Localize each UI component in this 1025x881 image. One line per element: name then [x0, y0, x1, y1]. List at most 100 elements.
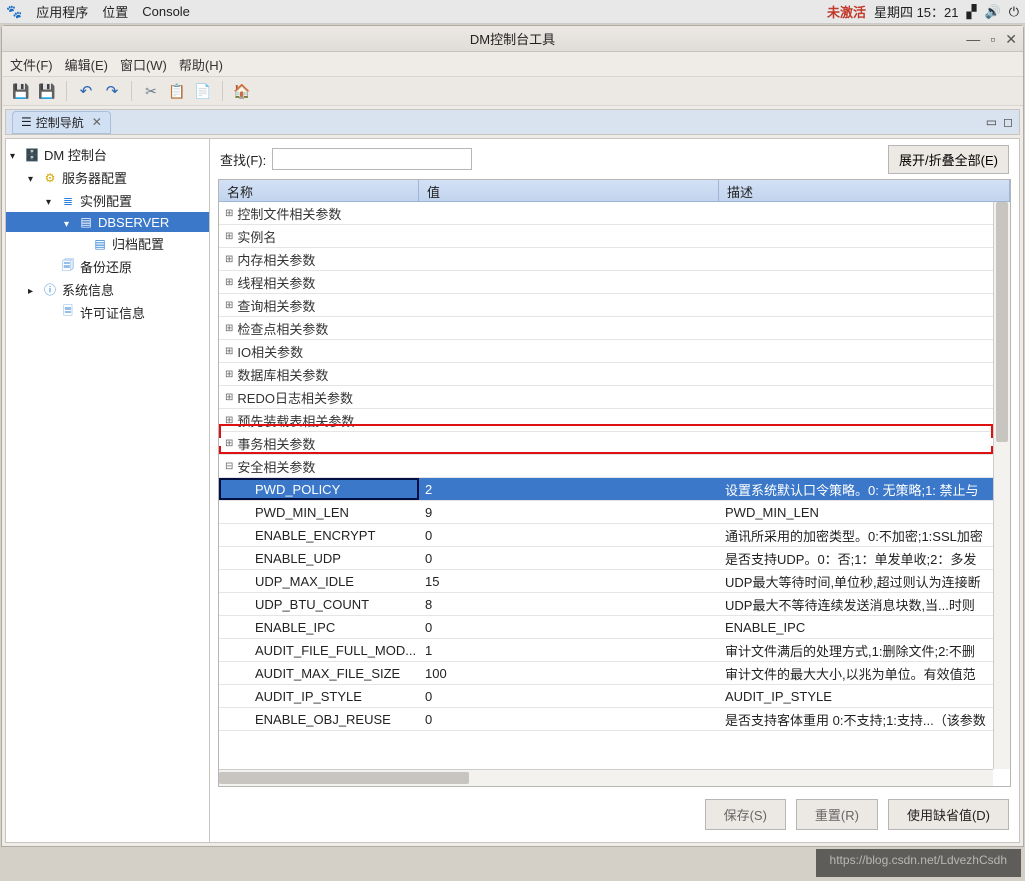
button-bar: 保存(S) 重置(R) 使用缺省值(D): [210, 787, 1019, 842]
menu-places[interactable]: 位置: [102, 2, 128, 21]
tree-instance-config[interactable]: ≣ 实例配置: [6, 189, 209, 212]
param-value[interactable]: 0: [419, 708, 719, 730]
tree-root[interactable]: 🗄️ DM 控制台: [6, 143, 209, 166]
scrollbar-thumb[interactable]: [219, 772, 469, 784]
minimize-view-icon[interactable]: ▭: [986, 115, 997, 129]
caret-icon[interactable]: [10, 147, 20, 162]
power-icon[interactable]: ⏻: [1009, 4, 1019, 20]
cut-icon[interactable]: ✂: [140, 80, 162, 102]
menu-file[interactable]: 文件(F): [10, 55, 53, 74]
group-row[interactable]: 内存相关参数: [219, 248, 993, 271]
vertical-scrollbar[interactable]: [993, 202, 1010, 769]
param-value[interactable]: 9: [419, 501, 719, 523]
reset-button[interactable]: 重置(R): [796, 799, 878, 830]
caret-icon[interactable]: [28, 282, 38, 297]
scrollbar-thumb[interactable]: [996, 202, 1008, 442]
param-value[interactable]: 100: [419, 662, 719, 684]
volume-icon[interactable]: 🔊: [985, 4, 1001, 20]
caret-icon[interactable]: [28, 170, 38, 185]
search-input[interactable]: [272, 148, 472, 170]
param-value[interactable]: 15: [419, 570, 719, 592]
group-row[interactable]: 实例名: [219, 225, 993, 248]
tree-sysinfo[interactable]: ⓘ 系统信息: [6, 278, 209, 301]
param-desc: UDP最大等待时间,单位秒,超过则认为连接断: [719, 570, 993, 592]
close-icon[interactable]: ✕: [92, 115, 102, 129]
save-button[interactable]: 保存(S): [705, 799, 786, 830]
param-value[interactable]: 0: [419, 685, 719, 707]
param-name: ENABLE_IPC: [219, 616, 419, 638]
group-row[interactable]: 控制文件相关参数: [219, 202, 993, 225]
group-name: 内存相关参数: [219, 248, 419, 270]
param-row[interactable]: ENABLE_ENCRYPT0通讯所采用的加密类型。0:不加密;1:SSL加密: [219, 524, 993, 547]
menu-edit[interactable]: 编辑(E): [65, 55, 108, 74]
tab-control-nav[interactable]: ☰ 控制导航 ✕: [12, 111, 111, 134]
group-row[interactable]: 检查点相关参数: [219, 317, 993, 340]
param-row[interactable]: UDP_MAX_IDLE15UDP最大等待时间,单位秒,超过则认为连接断: [219, 570, 993, 593]
group-row[interactable]: 数据库相关参数: [219, 363, 993, 386]
tree-server-config[interactable]: ⚙ 服务器配置: [6, 166, 209, 189]
minimize-button[interactable]: —: [966, 31, 980, 48]
tree-dbserver[interactable]: ▤ DBSERVER: [6, 212, 209, 232]
param-value[interactable]: 0: [419, 524, 719, 546]
expand-collapse-button[interactable]: 展开/折叠全部(E): [888, 145, 1009, 174]
menu-window[interactable]: 窗口(W): [120, 55, 167, 74]
defaults-button[interactable]: 使用缺省值(D): [888, 799, 1009, 830]
group-name: 安全相关参数: [219, 455, 419, 477]
param-desc: ENABLE_IPC: [719, 616, 993, 638]
main-split: 🗄️ DM 控制台 ⚙ 服务器配置 ≣ 实例配置 ▤ DBSERVER ▤ 归档…: [5, 138, 1020, 843]
group-row[interactable]: IO相关参数: [219, 340, 993, 363]
save-all-icon[interactable]: 💾: [36, 80, 58, 102]
redo-icon[interactable]: ↷: [101, 80, 123, 102]
save-icon[interactable]: 💾: [10, 80, 32, 102]
col-name[interactable]: 名称: [219, 180, 419, 201]
param-value[interactable]: 0: [419, 547, 719, 569]
horizontal-scrollbar[interactable]: [219, 769, 993, 786]
close-button[interactable]: ✕: [1005, 31, 1017, 48]
undo-icon[interactable]: ↶: [75, 80, 97, 102]
param-row[interactable]: AUDIT_IP_STYLE0AUDIT_IP_STYLE: [219, 685, 993, 708]
group-row[interactable]: 线程相关参数: [219, 271, 993, 294]
param-name: AUDIT_FILE_FULL_MOD...: [219, 639, 419, 661]
activation-status: 未激活: [827, 2, 866, 21]
param-desc: AUDIT_IP_STYLE: [719, 685, 993, 707]
paste-icon[interactable]: 📄: [192, 80, 214, 102]
param-row[interactable]: PWD_MIN_LEN9PWD_MIN_LEN: [219, 501, 993, 524]
param-value[interactable]: 8: [419, 593, 719, 615]
group-row[interactable]: 预先装载表相关参数: [219, 409, 993, 432]
column-headers: 名称 值 描述: [219, 180, 1010, 202]
group-row[interactable]: 事务相关参数: [219, 432, 993, 455]
caret-icon[interactable]: [46, 193, 56, 208]
param-row[interactable]: AUDIT_MAX_FILE_SIZE100审计文件的最大大小,以兆为单位。有效…: [219, 662, 993, 685]
maximize-button[interactable]: ▫: [990, 31, 995, 48]
param-value[interactable]: 1: [419, 639, 719, 661]
tree-license[interactable]: 🗏 许可证信息: [6, 301, 209, 324]
group-row[interactable]: 安全相关参数: [219, 455, 993, 478]
menu-applications[interactable]: 应用程序: [36, 2, 88, 21]
param-row[interactable]: ENABLE_OBJ_REUSE0是否支持客体重用 0:不支持;1:支持...（…: [219, 708, 993, 731]
param-value[interactable]: 0: [419, 616, 719, 638]
copy-icon[interactable]: 📋: [166, 80, 188, 102]
menu-console[interactable]: Console: [142, 4, 190, 19]
home-icon[interactable]: 🏠: [231, 80, 253, 102]
tree-archive-config[interactable]: ▤ 归档配置: [6, 232, 209, 255]
param-row[interactable]: AUDIT_FILE_FULL_MOD...1审计文件满后的处理方式,1:删除文…: [219, 639, 993, 662]
param-name: UDP_MAX_IDLE: [219, 570, 419, 592]
group-name: IO相关参数: [219, 340, 419, 362]
caret-icon[interactable]: [64, 215, 74, 230]
param-row[interactable]: PWD_POLICY2设置系统默认口令策略。0: 无策略;1: 禁止与: [219, 478, 993, 501]
param-value[interactable]: 2: [419, 478, 719, 500]
tree-backup[interactable]: 🗐 备份还原: [6, 255, 209, 278]
network-icon[interactable]: ▞: [967, 4, 977, 20]
col-desc[interactable]: 描述: [719, 180, 1010, 201]
separator: [66, 81, 67, 101]
col-value[interactable]: 值: [419, 180, 719, 201]
param-row[interactable]: UDP_BTU_COUNT8UDP最大不等待连续发送消息块数,当...时则: [219, 593, 993, 616]
menu-help[interactable]: 帮助(H): [179, 55, 223, 74]
maximize-view-icon[interactable]: ◻: [1003, 115, 1013, 129]
param-row[interactable]: ENABLE_UDP0是否支持UDP。0：否;1：单发单收;2：多发: [219, 547, 993, 570]
group-name: 数据库相关参数: [219, 363, 419, 385]
group-row[interactable]: 查询相关参数: [219, 294, 993, 317]
right-panel: 查找(F): 展开/折叠全部(E) 名称 值 描述 控制文件相关参数实例名内存相…: [210, 139, 1019, 842]
group-row[interactable]: REDO日志相关参数: [219, 386, 993, 409]
param-row[interactable]: ENABLE_IPC0ENABLE_IPC: [219, 616, 993, 639]
